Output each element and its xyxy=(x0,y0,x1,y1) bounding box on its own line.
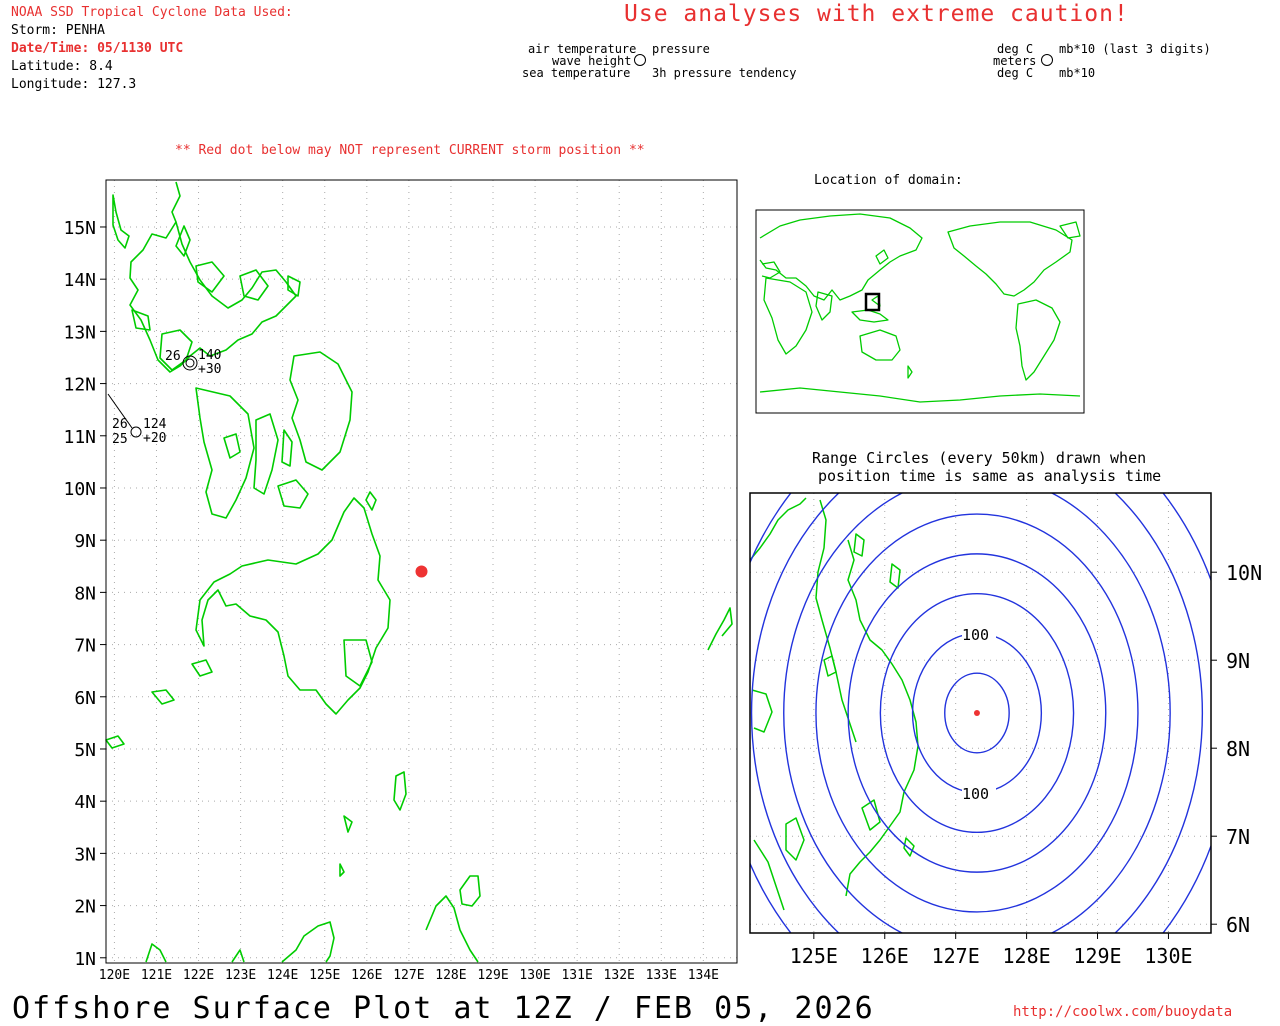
main-lat-label: 6N xyxy=(74,688,96,709)
main-lon-label: 131E xyxy=(561,968,592,983)
range-lon-label: 126E xyxy=(861,944,909,968)
main-lat-label: 5N xyxy=(74,740,96,761)
legend-station-circle-right xyxy=(1041,54,1053,66)
main-lon-label: 128E xyxy=(435,968,466,983)
range-circle-label-bottom: 100 xyxy=(962,785,989,803)
range-circle-label-top: 100 xyxy=(962,626,989,644)
main-lon-label: 134E xyxy=(688,968,719,983)
range-panel-coastlines xyxy=(749,497,919,911)
main-lat-label: 7N xyxy=(74,636,96,657)
station-obs-1: 26 140 +30 xyxy=(165,348,221,377)
map-figure: 120E 121E 122E 123E 124E 125E 126E 127E 128E 129E… xyxy=(63,54,1262,983)
range-circle xyxy=(750,493,1211,933)
main-lon-label: 126E xyxy=(351,968,382,983)
main-lon-label: 124E xyxy=(267,968,298,983)
storm-position-dot xyxy=(415,565,428,578)
range-panel-grid xyxy=(750,493,1211,933)
main-lat-label: 1N xyxy=(74,949,96,970)
main-lon-label: 125E xyxy=(309,968,340,983)
obs1-air-temp: 26 xyxy=(165,349,181,364)
main-lon-label: 120E xyxy=(99,968,130,983)
range-lat-label: 6N xyxy=(1226,913,1250,937)
station-obs-2: 26 25 124 +20 xyxy=(107,393,167,447)
obs1-pressure: 140 xyxy=(198,348,221,363)
obs2-sea-temp: 25 xyxy=(112,432,128,447)
main-lat-label: 14N xyxy=(63,270,96,291)
range-lon-label: 130E xyxy=(1144,944,1192,968)
main-lat-label: 10N xyxy=(63,479,96,500)
main-map-axis-labels: 120E 121E 122E 123E 124E 125E 126E 127E 128E 129E… xyxy=(63,218,719,983)
range-lon-label: 128E xyxy=(1003,944,1051,968)
range-lat-label: 7N xyxy=(1226,825,1250,849)
main-lon-label: 123E xyxy=(225,968,256,983)
inset-frame xyxy=(755,209,1085,414)
range-lon-label: 125E xyxy=(790,944,838,968)
main-lon-label: 122E xyxy=(183,968,214,983)
range-circles xyxy=(750,493,1211,933)
main-lon-label: 132E xyxy=(604,968,635,983)
obs2-air-temp: 26 xyxy=(112,417,128,432)
main-lon-label: 127E xyxy=(393,968,424,983)
range-center-dot xyxy=(973,710,980,716)
main-lat-label: 8N xyxy=(74,583,96,604)
main-lon-label: 121E xyxy=(141,968,172,983)
range-lat-label: 9N xyxy=(1226,649,1250,673)
main-lat-label: 12N xyxy=(63,375,96,396)
range-panel-frame xyxy=(749,492,1212,934)
main-lat-label: 3N xyxy=(74,844,96,865)
main-lon-label: 133E xyxy=(646,968,677,983)
obs2-tendency: +20 xyxy=(143,431,166,446)
main-lat-label: 9N xyxy=(74,531,96,552)
range-lat-label: 8N xyxy=(1226,737,1250,761)
legend-station-circle xyxy=(634,54,646,66)
main-lon-label: 130E xyxy=(519,968,550,983)
range-lon-label: 127E xyxy=(932,944,980,968)
range-lat-label: 10N xyxy=(1226,561,1262,585)
main-lat-label: 2N xyxy=(74,897,96,918)
obs2-pressure: 124 xyxy=(143,417,167,432)
range-lon-label: 129E xyxy=(1073,944,1121,968)
main-lat-label: 13N xyxy=(63,322,96,343)
main-lon-label: 129E xyxy=(477,968,508,983)
main-lat-label: 4N xyxy=(74,792,96,813)
obs1-tendency: +30 xyxy=(198,362,221,377)
main-lat-label: 15N xyxy=(63,218,96,239)
main-lat-label: 11N xyxy=(63,427,96,448)
